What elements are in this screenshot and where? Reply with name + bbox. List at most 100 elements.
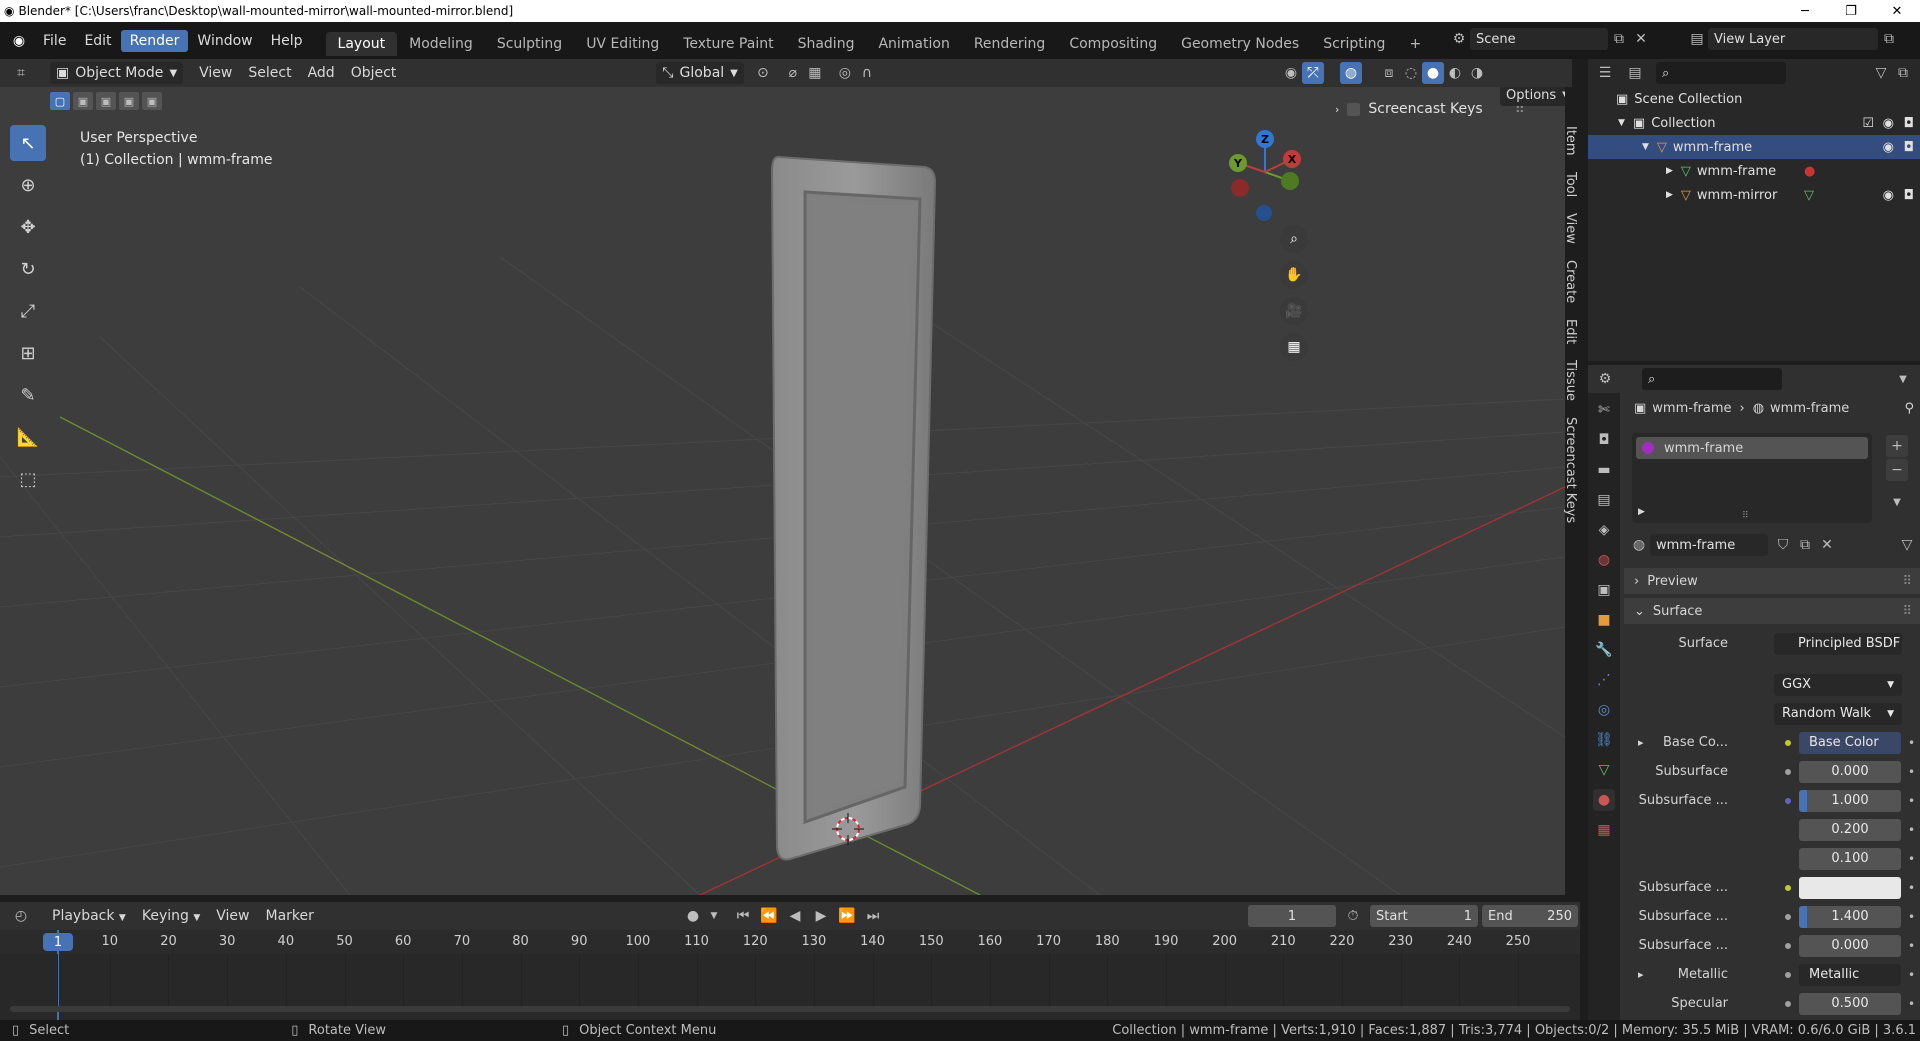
delete-scene-icon[interactable]: ✕ (1630, 28, 1652, 50)
select-intersect-icon[interactable]: ▣ (142, 92, 162, 110)
remove-slot-button[interactable]: − (1886, 459, 1908, 481)
annotate-tool-icon[interactable]: ✎ (10, 377, 46, 413)
jump-end-icon[interactable]: ⏭ (862, 905, 884, 927)
texture-tab-icon[interactable]: ▦ (1593, 819, 1615, 841)
measure-tool-icon[interactable]: 📐 (10, 419, 46, 455)
tree-item-wmm-mirror[interactable]: ▶ ▽ wmm-mirror ▽ ◉ ◘ (1588, 183, 1920, 207)
duplicate-material-icon[interactable]: ⧉ (1794, 534, 1816, 556)
chevron-down-icon[interactable]: ▼ (1892, 368, 1914, 390)
properties-editor-icon[interactable]: ⚙ (1594, 368, 1616, 390)
material-shading-icon[interactable]: ◐ (1444, 62, 1466, 84)
socket-dot[interactable] (1783, 969, 1793, 980)
subsurface-method-dropdown[interactable]: Random Walk ▼ (1774, 702, 1902, 725)
checkbox[interactable] (1347, 102, 1361, 116)
perspective-toggle-icon[interactable]: ▦ (1280, 333, 1308, 361)
play-icon[interactable]: ▶ (810, 905, 832, 927)
play-reverse-icon[interactable]: ◀ (784, 905, 806, 927)
tree-scene-collection[interactable]: ▣ Scene Collection (1588, 87, 1920, 111)
drag-handle-icon[interactable]: ⠿ (1902, 604, 1912, 619)
tab-shading[interactable]: Shading (786, 32, 867, 56)
select-subtract-icon[interactable]: ▣ (96, 92, 116, 110)
record-icon[interactable]: ● (682, 905, 704, 927)
timeline-scrollbar[interactable] (10, 1006, 1570, 1012)
snap-icon[interactable]: ⌀ (782, 62, 804, 84)
maximize-button[interactable]: ❐ (1828, 0, 1874, 22)
input-value-field[interactable]: Base Color (1799, 731, 1901, 754)
wireframe-shading-icon[interactable]: ◌ (1400, 62, 1422, 84)
socket-dot[interactable] (1783, 882, 1793, 893)
visibility-icon[interactable]: ◉ (1280, 62, 1302, 84)
expand-chevron-icon[interactable]: › (1335, 103, 1339, 116)
socket-dot[interactable] (1783, 998, 1793, 1009)
menu-select[interactable]: Select (240, 63, 299, 83)
minimize-button[interactable]: ─ (1782, 0, 1828, 22)
tab-rendering[interactable]: Rendering (962, 32, 1058, 56)
tab-compositing[interactable]: Compositing (1057, 32, 1169, 56)
tab-scripting[interactable]: Scripting (1311, 32, 1397, 56)
end-frame-field[interactable]: End 250 (1482, 905, 1578, 927)
view-layer-icon[interactable]: ▤ (1686, 28, 1708, 50)
keyframe-dot-icon[interactable]: • (1908, 794, 1915, 808)
socket-dot[interactable] (1783, 940, 1793, 951)
new-view-layer-icon[interactable]: ⧉ (1878, 28, 1900, 50)
keyframe-dot-icon[interactable]: • (1908, 852, 1915, 866)
new-scene-icon[interactable]: ⧉ (1608, 28, 1630, 50)
new-collection-icon[interactable]: ⧉ (1892, 62, 1914, 84)
keyframe-dot-icon[interactable]: • (1908, 997, 1915, 1011)
timeline-editor-icon[interactable]: ◴ (10, 905, 32, 927)
input-value-field[interactable]: 1.400 (1799, 905, 1901, 928)
blender-menu-icon[interactable]: ◉ (8, 30, 30, 52)
drag-handle-icon[interactable]: ⠿ (1902, 574, 1912, 589)
gizmo-toggle-icon[interactable]: ⤱ (1302, 62, 1324, 84)
menu-timeline-view[interactable]: View (208, 906, 257, 926)
select-invert-icon[interactable]: ▣ (119, 92, 139, 110)
cursor-tool-icon[interactable]: ⊕ (10, 167, 46, 203)
prev-keyframe-icon[interactable]: ⏪ (758, 905, 780, 927)
overlay-icon[interactable]: ◍ (1340, 62, 1362, 84)
menu-help[interactable]: Help (262, 30, 312, 52)
eye-icon[interactable]: ◉ (1883, 140, 1894, 155)
chevron-right-icon[interactable]: ▶ (1666, 190, 1673, 200)
3d-viewport[interactable]: ↖ ⊕ ✥ ↻ ⤢ ⊞ ✎ 📐 ⬚ ▢ ▣ ▣ ▣ ▣ User Perspec… (0, 87, 1565, 895)
modifier-tab-icon[interactable]: 🔧 (1593, 639, 1615, 661)
outliner-search-input[interactable]: ⌕ (1656, 62, 1786, 84)
chevron-right-icon[interactable]: ▶ (1638, 507, 1645, 517)
properties-search-input[interactable]: ⌕ (1642, 368, 1782, 390)
tab-sculpting[interactable]: Sculpting (485, 32, 574, 56)
input-value-field[interactable]: 0.100 (1799, 847, 1901, 870)
expand-chevron-icon[interactable]: ▸ (1638, 736, 1644, 749)
tree-collection[interactable]: ▼ ▣ Collection ☑ ◉ ◘ (1588, 111, 1920, 135)
solid-shading-icon[interactable]: ● (1422, 62, 1444, 84)
keyframe-dot-icon[interactable]: • (1908, 910, 1915, 924)
start-frame-field[interactable]: Start 1 (1370, 905, 1478, 927)
camera-icon[interactable]: 🎥 (1280, 297, 1308, 325)
menu-render[interactable]: Render (120, 29, 189, 52)
input-value-field[interactable]: 1.000 (1799, 789, 1901, 812)
keyframe-dot-icon[interactable]: • (1908, 939, 1915, 953)
unlink-material-icon[interactable]: ✕ (1816, 534, 1838, 556)
menu-edit[interactable]: Edit (75, 30, 120, 52)
collection-tab-icon[interactable]: ▣ (1593, 579, 1615, 601)
node-filter-icon[interactable]: ▽ (1896, 534, 1918, 556)
tab-screencast-keys[interactable]: Screencast Keys (1562, 411, 1580, 529)
navigation-gizmo[interactable]: Z X Y (1220, 127, 1310, 227)
select-extend-icon[interactable]: ▣ (73, 92, 93, 110)
browse-material-icon[interactable]: ◍ (1628, 534, 1650, 556)
close-button[interactable]: ✕ (1874, 0, 1920, 22)
view-layer-field[interactable]: View Layer (1708, 28, 1878, 50)
render-tab-icon[interactable]: ◘ (1593, 429, 1615, 451)
socket-dot[interactable] (1783, 766, 1793, 777)
chevron-right-icon[interactable]: ▶ (1666, 166, 1673, 176)
tab-view[interactable]: View (1562, 207, 1580, 250)
frame-ruler[interactable]: 1102030405060708090100110120130140150160… (0, 930, 1580, 954)
chevron-down-icon[interactable]: ▼ (708, 905, 720, 927)
zoom-icon[interactable]: ⌕ (1280, 225, 1308, 253)
menu-file[interactable]: File (34, 30, 75, 52)
tree-item-wmm-frame-mesh[interactable]: ▶ ▽ wmm-frame ● (1588, 159, 1920, 183)
menu-playback[interactable]: Playback ▼ (44, 906, 134, 926)
world-tab-icon[interactable]: ◍ (1593, 549, 1615, 571)
menu-window[interactable]: Window (188, 30, 261, 52)
tool-tab-icon[interactable]: ✄ (1593, 399, 1615, 421)
tab-modeling[interactable]: Modeling (397, 32, 485, 56)
material-slot[interactable]: wmm-frame (1636, 437, 1868, 459)
